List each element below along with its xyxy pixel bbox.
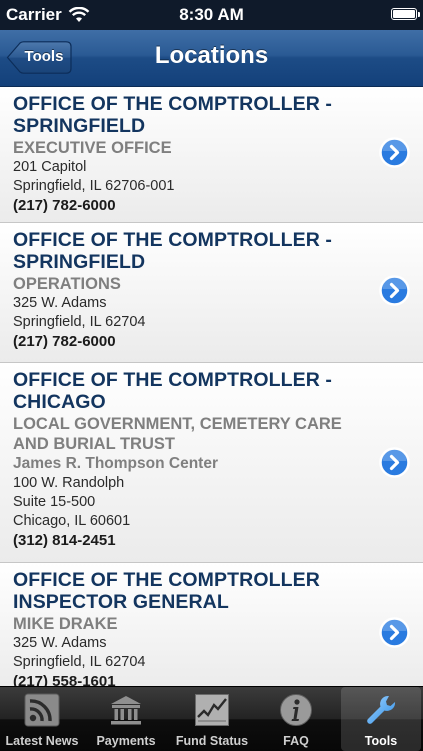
navigation-bar: Tools Locations bbox=[0, 30, 423, 87]
location-name: OFFICE OF THE COMPTROLLER - CHICAGO bbox=[13, 369, 363, 413]
tab-latest-news[interactable]: Latest News bbox=[2, 687, 82, 751]
address-line: Springfield, IL 62704 bbox=[13, 314, 146, 330]
location-cell[interactable]: OFFICE OF THE COMPTROLLER - SPRINGFIELD … bbox=[0, 223, 423, 363]
tab-label: Payments bbox=[96, 734, 156, 748]
location-name-line: OFFICE OF THE COMPTROLLER - bbox=[13, 93, 333, 115]
location-contact: MIKE DRAKE bbox=[13, 615, 118, 633]
page-title: Locations bbox=[154, 42, 269, 69]
location-phone[interactable]: (312) 814-2451 bbox=[13, 531, 363, 551]
detail-disclosure-icon[interactable] bbox=[379, 137, 410, 168]
chart-icon bbox=[195, 694, 229, 726]
location-phone[interactable]: (217) 782-6000 bbox=[13, 332, 363, 352]
location-name-line: SPRINGFIELD bbox=[13, 251, 146, 273]
locations-list[interactable]: OFFICE OF THE COMPTROLLER - SPRINGFIELD … bbox=[0, 87, 423, 687]
bank-icon bbox=[111, 696, 141, 725]
tab-tools[interactable]: Tools bbox=[341, 687, 421, 751]
address-line: Suite 15-500 bbox=[13, 494, 96, 510]
location-name-line: OFFICE OF THE COMPTROLLER - bbox=[13, 369, 333, 391]
location-phone[interactable]: (217) 782-6000 bbox=[13, 196, 363, 216]
battery-icon bbox=[391, 8, 420, 20]
location-department: OPERATIONS bbox=[13, 275, 121, 293]
address-line: Springfield, IL 62706-001 bbox=[13, 178, 175, 194]
location-phone[interactable]: (217) 558-1601 bbox=[13, 672, 363, 687]
tab-payments[interactable]: Payments bbox=[86, 687, 166, 751]
location-name-line: OFFICE OF THE COMPTROLLER bbox=[13, 569, 320, 591]
detail-disclosure-icon[interactable] bbox=[379, 617, 410, 648]
location-name: OFFICE OF THE COMPTROLLER - SPRINGFIELD bbox=[13, 93, 363, 137]
location-name: OFFICE OF THE COMPTROLLER INSPECTOR GENE… bbox=[13, 569, 363, 613]
location-cell[interactable]: OFFICE OF THE COMPTROLLER - SPRINGFIELD … bbox=[0, 87, 423, 223]
address-line: Chicago, IL 60601 bbox=[13, 513, 131, 529]
address-line: Springfield, IL 62704 bbox=[13, 654, 146, 670]
address-line: 100 W. Randolph bbox=[13, 475, 125, 491]
location-cell[interactable]: OFFICE OF THE COMPTROLLER - CHICAGO LOCA… bbox=[0, 363, 423, 563]
tab-label: Fund Status bbox=[175, 734, 249, 748]
info-icon bbox=[280, 694, 312, 726]
tab-faq[interactable]: FAQ bbox=[256, 687, 336, 751]
location-name-line: CHICAGO bbox=[13, 391, 106, 413]
location-building: James R. Thompson Center bbox=[13, 455, 218, 472]
wrench-icon bbox=[367, 695, 396, 724]
location-name-line: OFFICE OF THE COMPTROLLER - bbox=[13, 229, 333, 251]
location-department: LOCAL GOVERNMENT, CEMETERY CARE AND BURI… bbox=[13, 415, 342, 453]
tab-label: Latest News bbox=[5, 734, 79, 748]
detail-disclosure-icon[interactable] bbox=[379, 447, 410, 478]
status-bar: Carrier 8:30 AM bbox=[0, 0, 423, 30]
location-department: EXECUTIVE OFFICE bbox=[13, 139, 172, 157]
address-line: 325 W. Adams bbox=[13, 295, 107, 311]
location-name-line: INSPECTOR GENERAL bbox=[13, 591, 229, 613]
clock: 8:30 AM bbox=[179, 5, 244, 24]
address-line: 325 W. Adams bbox=[13, 635, 107, 651]
tab-bar: Latest News Payments Fund Status FAQ Too… bbox=[0, 686, 423, 751]
tab-label: Tools bbox=[364, 734, 398, 748]
location-name-line: SPRINGFIELD bbox=[13, 115, 146, 137]
location-name: OFFICE OF THE COMPTROLLER - SPRINGFIELD bbox=[13, 229, 363, 273]
tab-label: FAQ bbox=[283, 734, 309, 748]
tab-fund-status[interactable]: Fund Status bbox=[170, 687, 254, 751]
detail-disclosure-icon[interactable] bbox=[379, 275, 410, 306]
address-line: 201 Capitol bbox=[13, 159, 87, 175]
rss-icon bbox=[24, 693, 60, 727]
location-cell[interactable]: OFFICE OF THE COMPTROLLER INSPECTOR GENE… bbox=[0, 563, 423, 687]
